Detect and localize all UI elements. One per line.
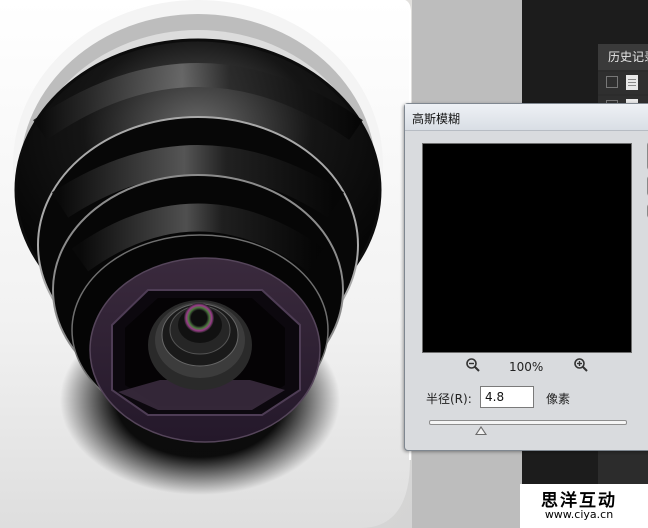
- radius-slider-track[interactable]: [429, 420, 627, 425]
- gaussian-blur-dialog: 高斯模糊 100% 半径(R): 像素: [404, 103, 648, 451]
- dialog-title: 高斯模糊: [412, 112, 461, 126]
- watermark: 思洋互动 www.ciya.cn: [520, 484, 648, 528]
- zoom-level: 100%: [509, 360, 544, 374]
- dialog-titlebar[interactable]: 高斯模糊: [405, 104, 648, 131]
- radius-unit-label: 像素: [546, 392, 571, 406]
- radius-slider-fill: [430, 421, 481, 424]
- history-row-checkbox[interactable]: [606, 76, 618, 88]
- radius-slider-thumb[interactable]: [474, 426, 487, 435]
- history-row[interactable]: [598, 72, 648, 94]
- blur-preview[interactable]: [422, 143, 632, 353]
- radius-input[interactable]: [480, 386, 534, 408]
- radius-label: 半径(R):: [426, 392, 472, 406]
- zoom-out-icon[interactable]: [464, 357, 482, 375]
- history-panel-title[interactable]: 历史记录: [598, 44, 648, 70]
- document-icon: [626, 75, 638, 90]
- watermark-url: www.ciya.cn: [544, 508, 614, 521]
- zoom-in-icon[interactable]: [572, 357, 590, 375]
